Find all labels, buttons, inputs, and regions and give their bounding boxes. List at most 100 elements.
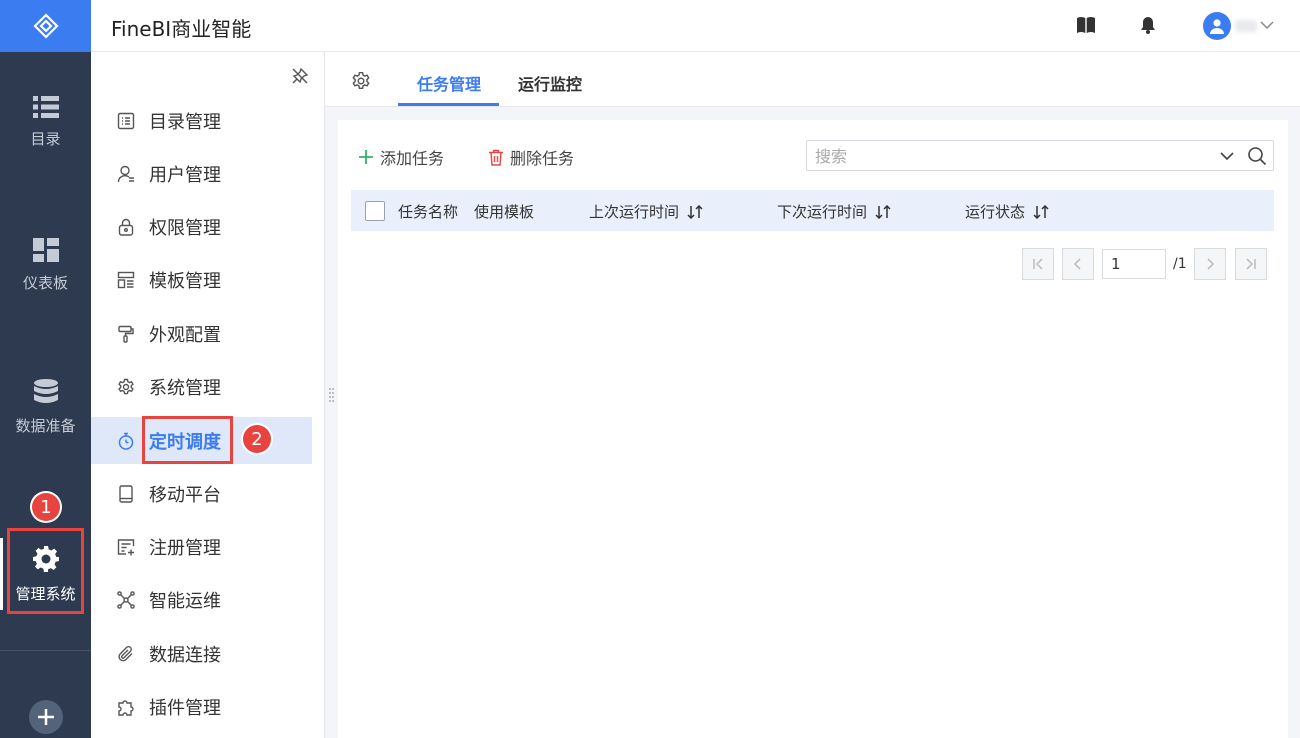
menu-item-registration[interactable]: 注册管理	[91, 523, 312, 570]
register-icon	[117, 538, 135, 555]
add-task-label: 添加任务	[380, 149, 445, 168]
next-page-button[interactable]	[1194, 248, 1226, 280]
search-box	[806, 140, 1274, 171]
paint-roller-icon	[118, 325, 134, 343]
sort-icon[interactable]	[1033, 204, 1049, 219]
add-button[interactable]	[29, 700, 63, 734]
select-all-checkbox[interactable]	[365, 201, 385, 221]
menu-item-label: 模板管理	[149, 270, 221, 292]
menu-item-catalog[interactable]: 目录管理	[91, 97, 312, 144]
trash-icon	[489, 149, 503, 166]
lock-icon	[118, 218, 134, 236]
menu-item-label: 注册管理	[149, 537, 221, 559]
user-icon	[1210, 19, 1224, 34]
menu-item-label: 移动平台	[149, 484, 221, 506]
menu-item-label: 外观配置	[149, 324, 221, 346]
gear-icon	[118, 378, 134, 394]
settings-icon[interactable]	[351, 71, 371, 91]
column-next-run: 下次运行时间	[777, 201, 891, 222]
rail-item-label: 目录	[30, 129, 61, 148]
menu-item-data-connection[interactable]: 数据连接	[91, 630, 312, 677]
bell-icon[interactable]	[1140, 16, 1156, 34]
app-title: FineBI商业智能	[111, 17, 252, 41]
menu-item-plugins[interactable]: 插件管理	[91, 683, 312, 730]
rail-divider	[0, 650, 91, 651]
active-tab-indicator	[398, 103, 499, 106]
menu-item-label: 系统管理	[149, 377, 221, 399]
plus-icon	[359, 150, 373, 164]
annotation-box-admin	[7, 528, 84, 614]
add-task-button[interactable]: 添加任务	[358, 145, 444, 169]
menu-item-mobile[interactable]: 移动平台	[91, 470, 312, 517]
table-header: 任务名称 使用模板 上次运行时间 下次运行时间 运行状态	[351, 190, 1274, 231]
catalog-icon	[117, 112, 135, 129]
first-page-icon	[1033, 258, 1043, 270]
network-icon	[117, 590, 135, 609]
chevron-down-icon[interactable]	[1219, 148, 1235, 164]
top-bar: FineBI商业智能	[91, 0, 1300, 52]
first-page-button[interactable]	[1022, 248, 1054, 280]
menu-item-label: 目录管理	[149, 111, 221, 133]
menu-item-users[interactable]: 用户管理	[91, 150, 312, 197]
rail-item-data-prep[interactable]: 数据准备	[0, 357, 91, 457]
menu-item-label: 权限管理	[149, 217, 221, 239]
avatar[interactable]	[1203, 12, 1231, 40]
menu-item-label: 用户管理	[149, 164, 221, 186]
menu-item-appearance[interactable]: 外观配置	[91, 310, 312, 357]
delete-task-button[interactable]: 删除任务	[488, 145, 574, 169]
prev-page-button[interactable]	[1062, 248, 1094, 280]
username-redacted	[1235, 20, 1257, 32]
tab-run-monitor[interactable]: 运行监控	[518, 71, 582, 95]
search-icon[interactable]	[1247, 146, 1267, 166]
tab-task-management[interactable]: 任务管理	[417, 71, 481, 95]
dashboard-icon	[32, 237, 59, 262]
chevron-left-icon	[1073, 258, 1081, 270]
menu-item-label: 数据连接	[149, 644, 221, 666]
column-template: 使用模板	[474, 203, 535, 221]
admin-submenu: 目录管理 用户管理 权限管理 模板管理 外观配置 系统管理 定时调度 移动平台 …	[91, 52, 325, 738]
sort-icon[interactable]	[687, 204, 703, 219]
page-total: /1	[1173, 256, 1187, 272]
puzzle-icon	[118, 699, 134, 716]
user-icon	[117, 165, 134, 182]
annotation-badge-1: 1	[32, 493, 60, 521]
chevron-right-icon	[1207, 258, 1215, 270]
chevron-down-icon[interactable]	[1259, 18, 1275, 32]
rail-item-label: 数据准备	[15, 416, 76, 435]
rail-item-label: 仪表板	[22, 273, 68, 292]
app-logo[interactable]	[0, 0, 91, 52]
plus-icon	[38, 709, 54, 725]
menu-item-ops[interactable]: 智能运维	[91, 576, 312, 623]
menu-item-label: 智能运维	[149, 590, 221, 612]
menu-item-label: 插件管理	[149, 697, 221, 719]
list-icon	[32, 95, 59, 118]
tablet-icon	[119, 484, 133, 503]
menu-item-system[interactable]: 系统管理	[91, 363, 312, 410]
splitter-handle[interactable]	[329, 387, 334, 403]
search-input[interactable]	[815, 144, 1195, 168]
logo-icon	[32, 13, 59, 39]
column-last-run: 上次运行时间	[589, 201, 703, 222]
last-page-icon	[1246, 258, 1256, 270]
page-number-input[interactable]	[1102, 249, 1166, 279]
rail-item-dashboard[interactable]: 仪表板	[0, 215, 91, 315]
pin-icon[interactable]	[291, 67, 309, 85]
last-page-button[interactable]	[1235, 248, 1267, 280]
annotation-box-scheduling	[142, 416, 233, 464]
column-task-name: 任务名称	[398, 203, 459, 221]
book-icon[interactable]	[1076, 16, 1096, 34]
stopwatch-icon	[118, 432, 134, 450]
task-panel: 添加任务 删除任务 任务名称 使用模板 上次运行时间 下次运行时间 运行状态	[338, 120, 1288, 738]
rail-item-catalog[interactable]: 目录	[0, 72, 91, 172]
database-icon	[33, 378, 58, 403]
delete-task-label: 删除任务	[510, 149, 575, 168]
sort-icon[interactable]	[875, 204, 891, 219]
tab-bar: 任务管理 运行监控	[325, 52, 1300, 107]
menu-item-templates[interactable]: 模板管理	[91, 256, 312, 303]
template-icon	[117, 271, 135, 288]
menu-item-permissions[interactable]: 权限管理	[91, 203, 312, 250]
annotation-badge-2: 2	[243, 425, 271, 453]
column-run-status: 运行状态	[965, 201, 1049, 222]
left-rail: 目录 仪表板 数据准备 管理系统	[0, 0, 91, 738]
paperclip-icon	[118, 645, 133, 661]
